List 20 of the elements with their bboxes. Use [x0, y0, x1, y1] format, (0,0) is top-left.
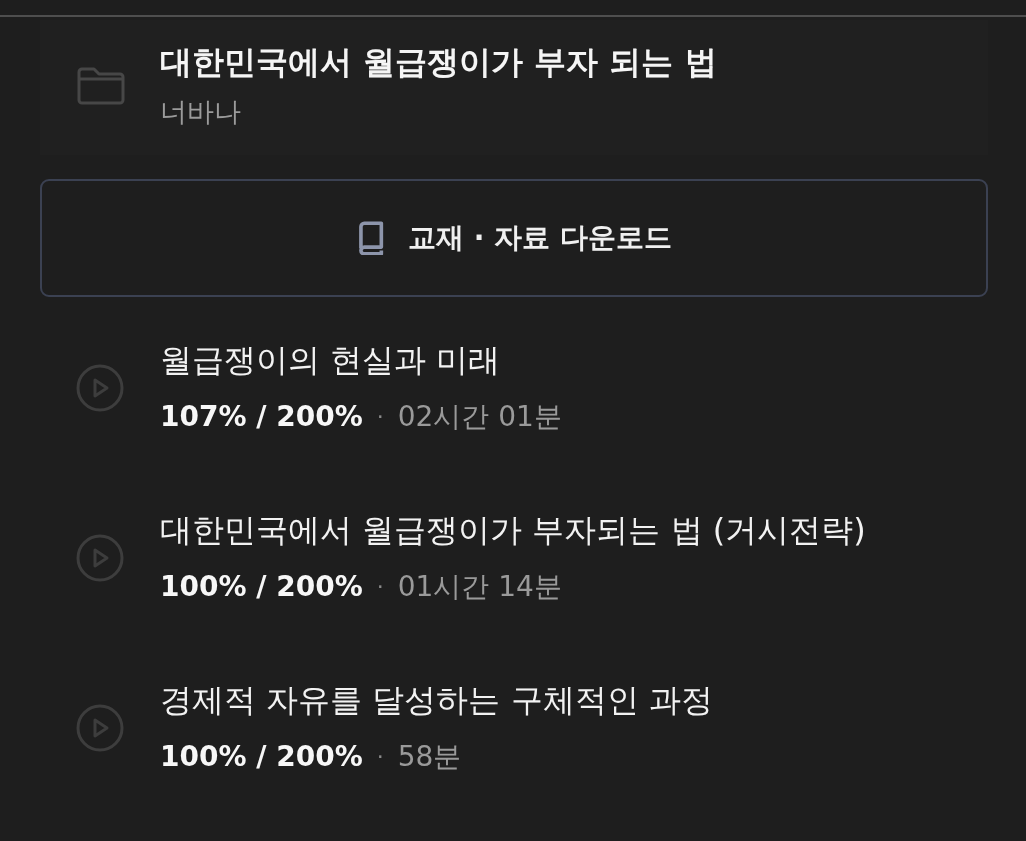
separator-dot: ·	[376, 403, 384, 431]
watched-percentage: 107% / 200%	[160, 399, 363, 435]
lecture-duration: 01시간 14분	[397, 569, 562, 605]
lecture-title[interactable]: 월급쟁이의 현실과 미래	[160, 338, 562, 382]
watched-percentage: 100% / 200%	[160, 569, 363, 605]
play-icon[interactable]	[76, 703, 124, 752]
separator-dot: ·	[376, 743, 384, 771]
lecture-duration: 02시간 01분	[397, 399, 562, 435]
separator-dot: ·	[376, 573, 384, 601]
play-icon[interactable]	[76, 533, 124, 582]
lecture-title[interactable]: 대한민국에서 월급쟁이가 부자되는 법 (거시전략)	[160, 508, 866, 552]
download-materials-button[interactable]: 교재 · 자료 다운로드	[40, 179, 988, 297]
watched-percentage: 100% / 200%	[160, 739, 363, 775]
course-title: 대한민국에서 월급쟁이가 부자 되는 법	[160, 42, 717, 82]
lecture-title[interactable]: 경제적 자유를 달성하는 구체적인 과정	[160, 678, 713, 722]
play-icon[interactable]	[76, 363, 124, 412]
book-icon	[356, 221, 385, 255]
lecture-duration: 58분	[397, 739, 462, 775]
course-author: 너바나	[160, 95, 242, 129]
folder-icon	[77, 67, 125, 105]
